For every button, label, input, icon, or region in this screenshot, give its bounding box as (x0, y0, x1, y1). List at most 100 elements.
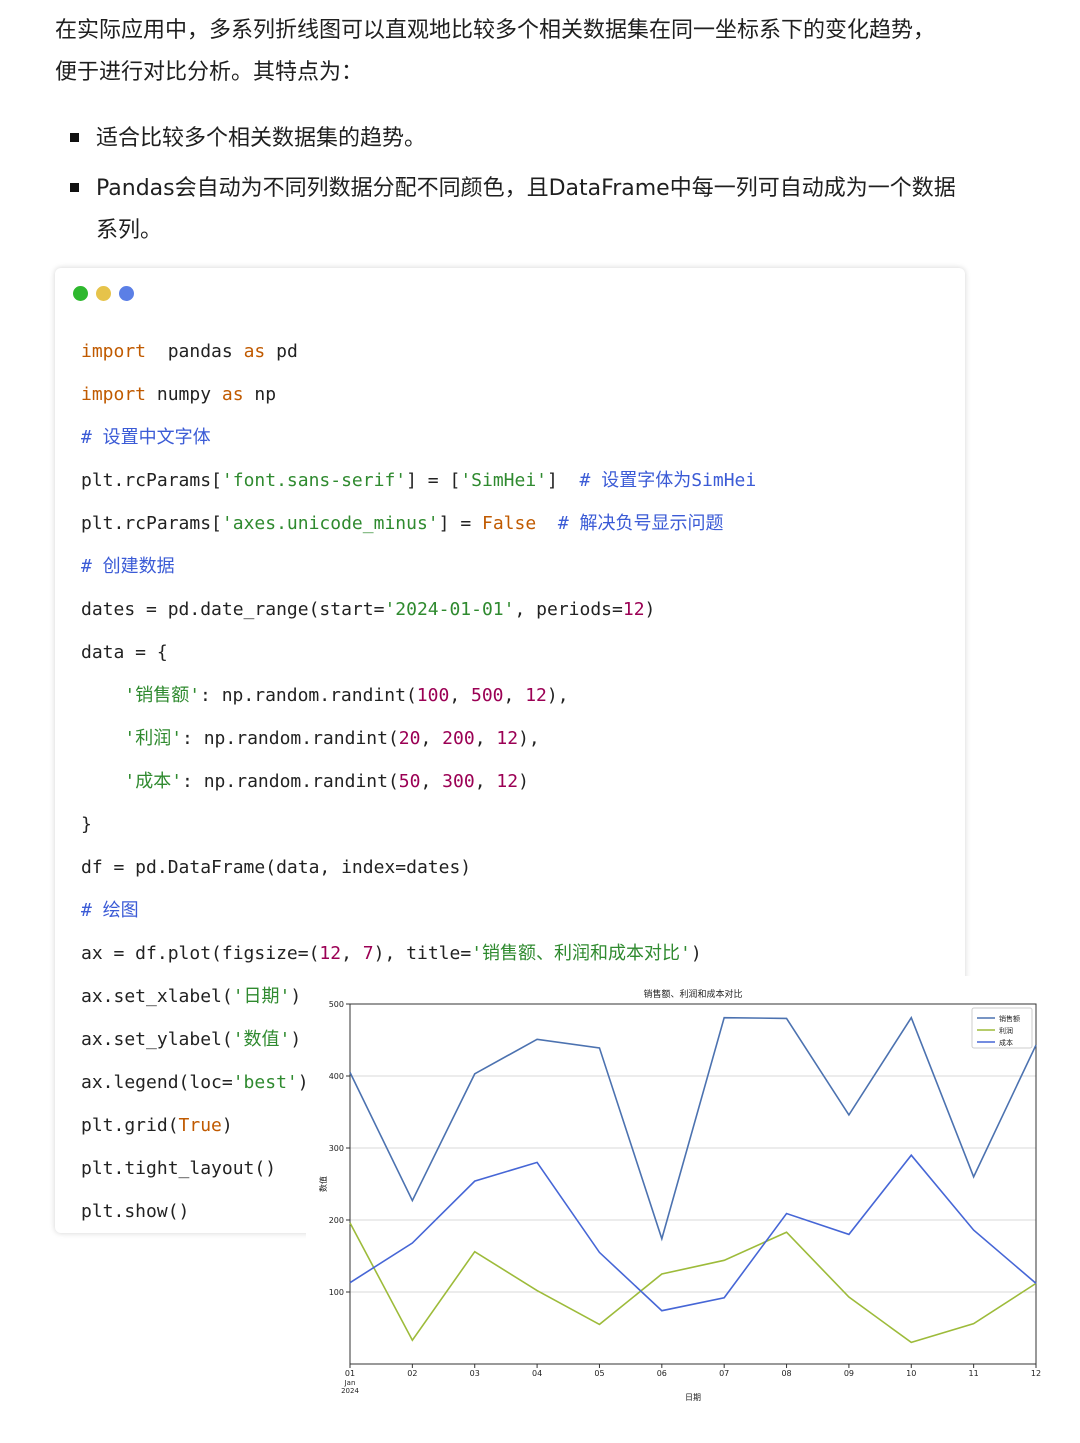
x-tick-label: 06 (657, 1369, 667, 1378)
x-tick-label: 03 (470, 1369, 480, 1378)
legend-label: 利润 (999, 1026, 1013, 1035)
code-token: ) (290, 986, 302, 1007)
plot-frame (349, 1003, 1037, 1365)
code-token: , (503, 685, 526, 706)
feature-list-item: Pandas会自动为不同列数据分配不同颜色，且DataFrame中每一列可自动成… (70, 168, 970, 252)
code-token: , (474, 728, 497, 749)
yellow-dot-icon (96, 286, 111, 301)
code-token: as (221, 384, 244, 405)
code-token: , (420, 771, 443, 792)
code-token: '2024-01-01' (384, 599, 515, 620)
y-axis-label: 数值 (318, 1176, 328, 1192)
code-token: pandas (146, 341, 244, 362)
code-token: numpy (146, 384, 222, 405)
code-token: # 设置中文字体 (81, 427, 211, 448)
code-token: 'font.sans-serif' (221, 470, 407, 491)
code-line: plt.rcParams['axes.unicode_minus'] = Fal… (81, 502, 951, 545)
code-token: ax.set_xlabel( (81, 986, 233, 1007)
code-token: , (474, 771, 497, 792)
x-tick-label: 12 (1031, 1369, 1041, 1378)
series-line-2 (349, 1153, 1037, 1312)
y-tick-label: 200 (329, 1216, 344, 1225)
code-token: dates = pd.date_range(start= (81, 599, 385, 620)
y-tick-label: 500 (329, 1000, 344, 1009)
green-dot-icon (73, 286, 88, 301)
code-token: pd (265, 341, 298, 362)
code-token: 'best' (232, 1072, 298, 1093)
code-token: } (81, 814, 92, 835)
code-token: plt.rcParams[ (81, 513, 222, 534)
code-token: # 解决负号显示问题 (557, 513, 724, 534)
code-line: # 创建数据 (81, 545, 951, 588)
blue-dot-icon (119, 286, 134, 301)
code-token: 12 (496, 771, 519, 792)
code-token: False (482, 513, 537, 534)
code-token: ), title= (373, 943, 472, 964)
x-tick-label: 07 (719, 1369, 729, 1378)
code-token: 20 (398, 728, 421, 749)
code-token: # 创建数据 (81, 556, 175, 577)
code-token: 7 (362, 943, 374, 964)
x-tick-sublabel: 2024 (341, 1387, 359, 1395)
code-token: 300 (442, 771, 475, 792)
series-line-0 (349, 1015, 1037, 1242)
x-tick-label: 08 (781, 1369, 791, 1378)
code-token: as (243, 341, 266, 362)
code-token: 200 (442, 728, 475, 749)
code-line: import numpy as np (81, 373, 951, 416)
code-token: data = { (81, 642, 168, 663)
code-token: ax.set_ylabel( (81, 1029, 233, 1050)
code-token: : np.random.randint( (182, 771, 399, 792)
bullet-square-icon (70, 133, 79, 142)
y-tick-label: 100 (329, 1288, 344, 1297)
code-token: # 绘图 (81, 900, 139, 921)
code-token: : np.random.randint( (182, 728, 399, 749)
code-token: '日期' (232, 986, 291, 1007)
code-token: 12 (525, 685, 547, 706)
code-token: ), (546, 685, 569, 706)
code-token: ] = (438, 513, 482, 534)
x-axis-label: 日期 (685, 1393, 701, 1402)
code-token: , (420, 728, 443, 749)
code-line: # 绘图 (81, 889, 951, 932)
window-controls (73, 286, 134, 301)
code-token: '成本' (124, 771, 183, 792)
feature-list-item: 适合比较多个相关数据集的趋势。 (70, 118, 970, 160)
code-line: '成本': np.random.randint(50, 300, 12) (81, 760, 951, 803)
code-token: , periods= (514, 599, 623, 620)
code-token: '数值' (232, 1029, 291, 1050)
x-tick-label: 05 (594, 1369, 604, 1378)
code-line: ax = df.plot(figsize=(12, 7), title='销售额… (81, 932, 951, 975)
code-line: df = pd.DataFrame(data, index=dates) (81, 846, 951, 889)
code-line: } (81, 803, 951, 846)
x-tick-label: 01 (345, 1369, 355, 1378)
code-token: plt.grid( (81, 1115, 179, 1136)
code-token: 50 (398, 771, 421, 792)
code-line: dates = pd.date_range(start='2024-01-01'… (81, 588, 951, 631)
y-tick-label: 400 (329, 1072, 344, 1081)
code-token: import (81, 341, 147, 362)
code-line: data = { (81, 631, 951, 674)
code-token: '销售额、利润和成本对比' (471, 943, 691, 964)
code-token: True (178, 1115, 222, 1136)
code-token: plt.show() (81, 1201, 190, 1222)
line-chart: 100 200 300 400 500 01 02 03 04 05 06 07 08 09 10 11 12 J… (306, 976, 1066, 1416)
code-token: ) (518, 771, 529, 792)
code-token: ) (221, 1115, 233, 1136)
code-token: 12 (622, 599, 645, 620)
x-tick-label: 11 (969, 1369, 979, 1378)
code-token: , (341, 943, 363, 964)
code-token: ] (547, 470, 580, 491)
code-token: , (449, 685, 471, 706)
code-token: 'axes.unicode_minus' (221, 513, 439, 534)
code-token: df = pd.DataFrame(data, index=dates) (81, 857, 472, 878)
code-token: 12 (496, 728, 519, 749)
code-token: '销售额' (124, 685, 201, 706)
code-token: plt.rcParams[ (81, 470, 222, 491)
code-line: plt.rcParams['font.sans-serif'] = ['SimH… (81, 459, 951, 502)
code-line: '利润': np.random.randint(20, 200, 12), (81, 717, 951, 760)
code-line: '销售额': np.random.randint(100, 500, 12), (81, 674, 951, 717)
